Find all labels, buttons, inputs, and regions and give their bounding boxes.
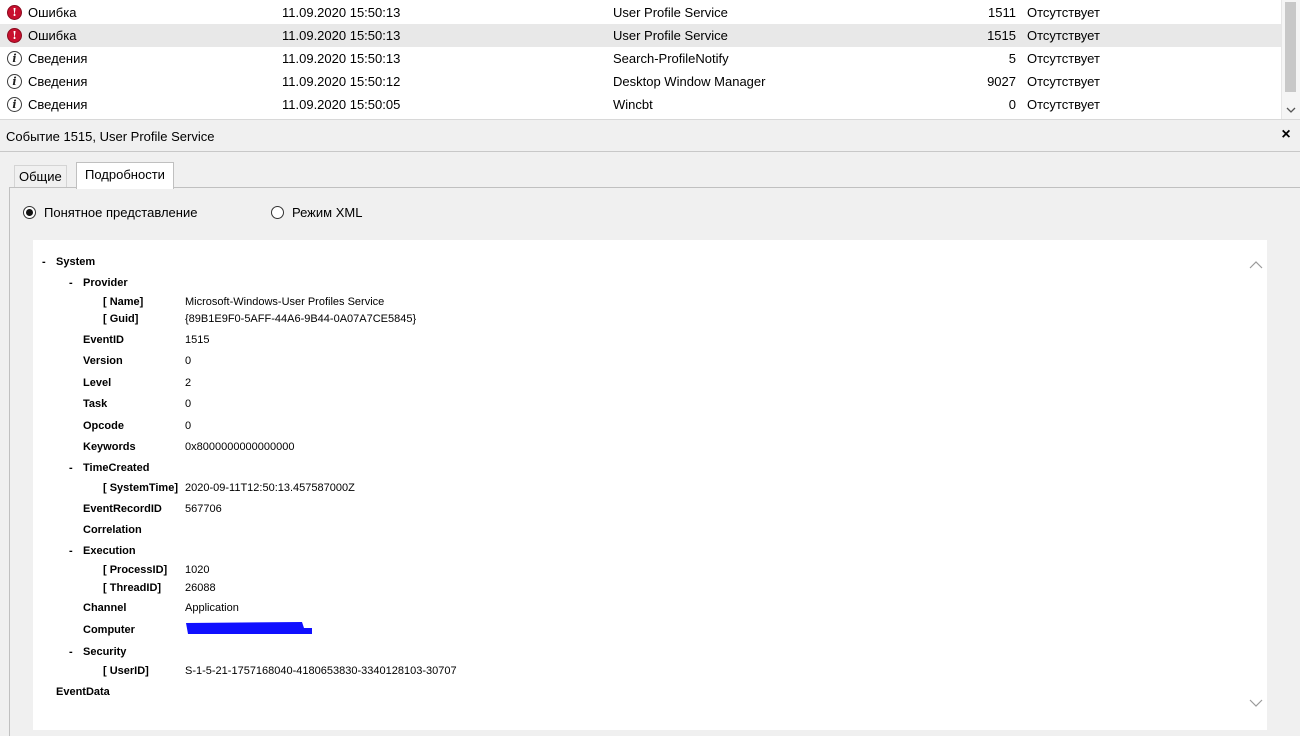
event-task: Отсутствует bbox=[1027, 5, 1100, 20]
event-id: 0 bbox=[1008, 97, 1016, 112]
event-date: 11.09.2020 15:50:13 bbox=[282, 28, 401, 43]
event-task: Отсутствует bbox=[1027, 97, 1100, 112]
event-id: 1511 bbox=[988, 5, 1016, 20]
tree-value-channel: Application bbox=[185, 602, 239, 614]
collapse-toggle[interactable]: - bbox=[69, 545, 79, 557]
event-task: Отсутствует bbox=[1027, 28, 1100, 43]
event-source: Desktop Window Manager bbox=[613, 74, 766, 89]
event-row[interactable]: i Сведения 11.09.2020 15:50:05 Wincbt 0 … bbox=[0, 93, 1281, 116]
close-icon[interactable]: × bbox=[1278, 126, 1294, 144]
collapse-toggle[interactable]: - bbox=[42, 256, 52, 268]
tree-key-correlation: Correlation bbox=[83, 524, 142, 536]
scrollbar-thumb[interactable] bbox=[1285, 2, 1296, 92]
tree-node-execution: Execution bbox=[83, 545, 136, 557]
chevron-up-icon[interactable] bbox=[1249, 260, 1263, 270]
event-source: Search-ProfileNotify bbox=[613, 51, 729, 66]
tab-general[interactable]: Общие bbox=[14, 165, 67, 188]
tree-key-task: Task bbox=[83, 398, 108, 410]
tree-key-processid: [ ProcessID] bbox=[103, 564, 168, 576]
tree-key-computer: Computer bbox=[83, 624, 135, 636]
event-id: 9027 bbox=[987, 74, 1016, 89]
event-source: Wincbt bbox=[613, 97, 653, 112]
event-row[interactable]: ! Ошибка 11.09.2020 15:50:13 User Profil… bbox=[0, 24, 1281, 47]
event-list: ! Ошибка 11.09.2020 15:50:13 User Profil… bbox=[0, 0, 1300, 120]
collapse-toggle[interactable]: - bbox=[69, 277, 79, 289]
event-date: 11.09.2020 15:50:13 bbox=[282, 51, 401, 66]
info-icon: i bbox=[7, 51, 22, 66]
error-icon: ! bbox=[7, 5, 22, 20]
tree-value-name: Microsoft-Windows-User Profiles Service bbox=[185, 296, 385, 308]
tree-node-eventdata: EventData bbox=[56, 686, 110, 698]
event-detail-header: Событие 1515, User Profile Service × bbox=[0, 121, 1300, 152]
event-row[interactable]: i Сведения 11.09.2020 15:50:12 Desktop W… bbox=[0, 70, 1281, 93]
tree-key-level: Level bbox=[83, 377, 112, 389]
tree-node-provider: Provider bbox=[83, 277, 128, 289]
collapse-toggle[interactable]: - bbox=[69, 462, 79, 474]
redaction-mark bbox=[186, 622, 312, 634]
radio-unchecked-icon bbox=[271, 206, 284, 219]
xml-view-radio[interactable]: Режим XML bbox=[271, 205, 362, 220]
tree-value-processid: 1020 bbox=[185, 564, 210, 576]
event-id: 1515 bbox=[987, 28, 1016, 43]
xml-view-label: Режим XML bbox=[292, 205, 363, 220]
tree-value-guid: {89B1E9F0-5AFF-44A6-9B44-0A07A7CE5845} bbox=[185, 313, 417, 325]
tree-value-keywords: 0x8000000000000000 bbox=[185, 441, 295, 453]
tree-key-name: [ Name] bbox=[103, 296, 144, 308]
error-icon: ! bbox=[7, 28, 22, 43]
tree-node-security: Security bbox=[83, 646, 127, 658]
friendly-view-label: Понятное представление bbox=[44, 205, 198, 220]
tree-value-eventid: 1515 bbox=[185, 334, 210, 346]
event-date: 11.09.2020 15:50:13 bbox=[282, 5, 401, 20]
radio-checked-icon bbox=[23, 206, 36, 219]
tree-value-opcode: 0 bbox=[185, 420, 192, 432]
tree-key-userid: [ UserID] bbox=[103, 665, 149, 677]
tree-key-guid: [ Guid] bbox=[103, 313, 139, 325]
chevron-down-icon[interactable] bbox=[1286, 105, 1296, 115]
event-list-scrollbar[interactable] bbox=[1281, 0, 1300, 119]
tree-key-threadid: [ ThreadID] bbox=[103, 582, 162, 594]
event-level: Ошибка bbox=[28, 28, 77, 43]
tree-value-threadid: 26088 bbox=[185, 582, 216, 594]
tree-key-channel: Channel bbox=[83, 602, 127, 614]
collapse-toggle[interactable]: - bbox=[69, 646, 79, 658]
info-icon: i bbox=[7, 74, 22, 89]
event-date: 11.09.2020 15:50:12 bbox=[282, 74, 401, 89]
event-level: Сведения bbox=[28, 74, 88, 89]
tree-key-keywords: Keywords bbox=[83, 441, 136, 453]
tree-node-system: System bbox=[56, 256, 96, 268]
tree-key-version: Version bbox=[83, 355, 123, 367]
tree-node-timecreated: TimeCreated bbox=[83, 462, 150, 474]
event-level: Сведения bbox=[28, 97, 88, 112]
event-date: 11.09.2020 15:50:05 bbox=[282, 97, 401, 112]
event-id: 5 bbox=[1008, 51, 1016, 66]
tree-value-systemtime: 2020-09-11T12:50:13.457587000Z bbox=[185, 482, 355, 494]
tree-value-userid: S-1-5-21-1757168040-4180653830-334012810… bbox=[185, 665, 457, 677]
event-row[interactable]: i Сведения 11.09.2020 15:50:13 Search-Pr… bbox=[0, 47, 1281, 70]
tree-key-systemtime: [ SystemTime] bbox=[103, 482, 178, 494]
event-level: Ошибка bbox=[28, 5, 77, 20]
event-row[interactable]: ! Ошибка 11.09.2020 15:50:13 User Profil… bbox=[0, 1, 1281, 24]
tree-value-level: 2 bbox=[185, 377, 192, 389]
event-source: User Profile Service bbox=[613, 5, 728, 20]
info-icon: i bbox=[7, 97, 22, 112]
tree-value-eventrecordid: 567706 bbox=[185, 503, 222, 515]
friendly-view-radio[interactable]: Понятное представление bbox=[23, 205, 197, 220]
tree-key-eventrecordid: EventRecordID bbox=[83, 503, 162, 515]
event-task: Отсутствует bbox=[1027, 74, 1100, 89]
tree-value-task: 0 bbox=[185, 398, 192, 410]
tree-key-eventid: EventID bbox=[83, 334, 124, 346]
tab-details[interactable]: Подробности bbox=[76, 162, 174, 189]
tree-key-opcode: Opcode bbox=[83, 420, 124, 432]
tree-value-version: 0 bbox=[185, 355, 192, 367]
chevron-down-icon[interactable] bbox=[1249, 698, 1263, 708]
event-task: Отсутствует bbox=[1027, 51, 1100, 66]
event-source: User Profile Service bbox=[613, 28, 728, 43]
event-details-tree[interactable]: - System - Provider [ Name] Microsoft-Wi… bbox=[33, 240, 1267, 730]
event-detail-title: Событие 1515, User Profile Service bbox=[6, 129, 215, 144]
event-level: Сведения bbox=[28, 51, 88, 66]
